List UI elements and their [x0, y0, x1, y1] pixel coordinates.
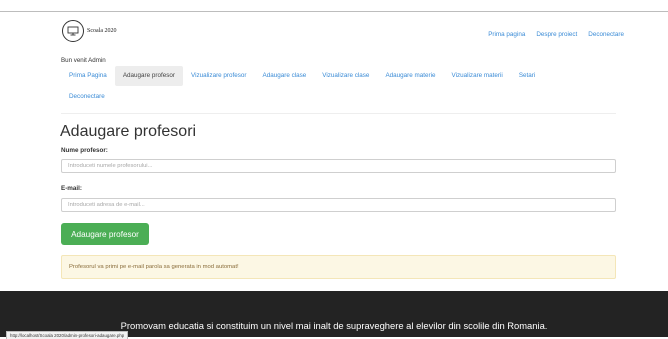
admin-nav-view-subjects[interactable]: Vizualizare materii [444, 66, 511, 86]
browser-status-url: http://localhost/Scoala 2020/admin-profe… [6, 331, 129, 339]
welcome-text: Bun venit Admin [61, 57, 106, 64]
site-logo[interactable]: Scoala 2020 [62, 20, 117, 42]
teacher-name-input[interactable] [61, 159, 616, 173]
admin-nav-add-teacher[interactable]: Adaugare profesor [114, 66, 183, 86]
top-nav-logout-link[interactable]: Deconectare [588, 31, 624, 38]
admin-nav-logout[interactable]: Deconectare [61, 87, 113, 107]
admin-nav-add-classes[interactable]: Adaugare clase [255, 66, 315, 86]
email-input[interactable] [61, 198, 616, 212]
info-alert: Profesorul va primi pe e-mail parola sa … [61, 255, 616, 279]
logo-text: Scoala 2020 [87, 28, 117, 34]
admin-nav: Prima Pagina Adaugare profesor Vizualiza… [61, 66, 621, 107]
monitor-icon [62, 20, 84, 42]
top-nav-home-link[interactable]: Prima pagina [488, 31, 525, 38]
admin-nav-view-classes[interactable]: Vizualizare clase [314, 66, 377, 86]
admin-nav-view-teachers[interactable]: Vizualizare profesor [183, 66, 255, 86]
top-divider [0, 11, 668, 12]
top-nav: Prima pagina Despre proiect Deconectare [488, 31, 624, 38]
email-label: E-mail: [61, 185, 82, 192]
footer-text: Promovam educatia si constituim un nivel… [120, 320, 548, 331]
content-divider [61, 113, 616, 114]
name-label: Nume profesor: [61, 147, 108, 154]
admin-nav-home[interactable]: Prima Pagina [61, 66, 115, 86]
admin-nav-settings[interactable]: Setari [511, 66, 543, 86]
page-title: Adaugare profesori [60, 123, 197, 140]
info-alert-text: Profesorul va primi pe e-mail parola sa … [69, 264, 239, 270]
admin-nav-add-subject[interactable]: Adaugare materie [377, 66, 443, 86]
add-teacher-button[interactable]: Adaugare profesor [61, 223, 149, 245]
top-nav-about-link[interactable]: Despre proiect [536, 31, 577, 38]
